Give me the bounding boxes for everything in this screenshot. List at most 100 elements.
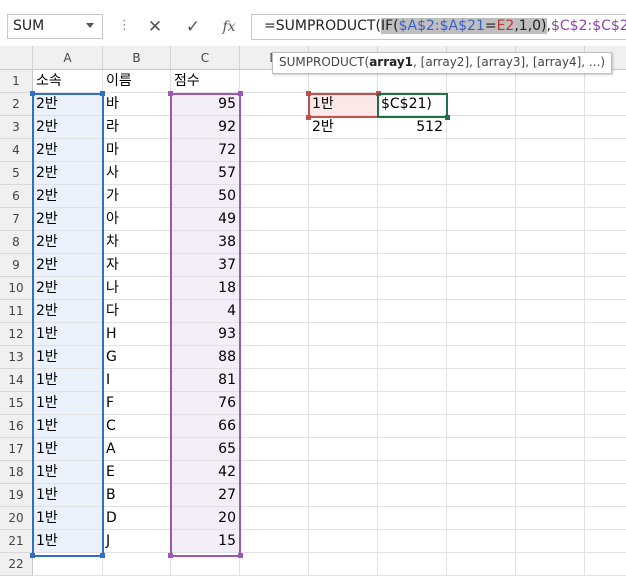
cell[interactable]: 마 xyxy=(103,139,171,162)
cell[interactable]: 27 xyxy=(171,484,240,507)
range-a-handle[interactable] xyxy=(100,91,105,96)
cell[interactable]: 88 xyxy=(171,346,240,369)
row-header[interactable]: 18 xyxy=(0,461,33,484)
cell[interactable]: 이름 xyxy=(103,70,171,93)
cell[interactable] xyxy=(585,254,626,277)
cell[interactable] xyxy=(240,162,309,185)
cell[interactable] xyxy=(585,185,626,208)
cell[interactable]: C xyxy=(103,415,171,438)
cell[interactable]: 512 xyxy=(378,116,447,139)
cell[interactable] xyxy=(378,254,447,277)
cell[interactable]: 2반 xyxy=(33,93,103,116)
cell[interactable] xyxy=(447,530,516,553)
cell[interactable] xyxy=(378,323,447,346)
cell[interactable]: 점수 xyxy=(171,70,240,93)
cell[interactable]: A xyxy=(103,438,171,461)
cell[interactable] xyxy=(378,346,447,369)
row-header[interactable]: 1 xyxy=(0,70,33,93)
cell[interactable] xyxy=(447,231,516,254)
cell[interactable]: 76 xyxy=(171,392,240,415)
cell[interactable] xyxy=(240,392,309,415)
cell[interactable] xyxy=(240,93,309,116)
cell[interactable] xyxy=(585,277,626,300)
cell[interactable]: 소속 xyxy=(33,70,103,93)
cell[interactable] xyxy=(378,484,447,507)
cell[interactable] xyxy=(516,415,585,438)
cell[interactable] xyxy=(378,277,447,300)
cell[interactable] xyxy=(585,116,626,139)
cell[interactable] xyxy=(447,438,516,461)
cell[interactable] xyxy=(516,507,585,530)
cell[interactable] xyxy=(240,231,309,254)
row-header[interactable]: 22 xyxy=(0,553,33,576)
cell[interactable]: 18 xyxy=(171,277,240,300)
cell[interactable] xyxy=(585,323,626,346)
range-e-handle[interactable] xyxy=(376,91,381,96)
cell[interactable]: $C$21) xyxy=(378,93,447,116)
cell[interactable] xyxy=(585,346,626,369)
cell[interactable] xyxy=(378,139,447,162)
cell[interactable] xyxy=(585,484,626,507)
cell[interactable] xyxy=(378,208,447,231)
fill-handle[interactable] xyxy=(445,115,450,120)
cell[interactable] xyxy=(516,323,585,346)
cell[interactable] xyxy=(309,277,378,300)
cell[interactable] xyxy=(309,553,378,576)
cell[interactable] xyxy=(585,507,626,530)
cell[interactable]: 20 xyxy=(171,507,240,530)
cell[interactable] xyxy=(103,553,171,576)
cell[interactable] xyxy=(309,484,378,507)
cell[interactable] xyxy=(585,461,626,484)
cell[interactable] xyxy=(309,438,378,461)
cell[interactable] xyxy=(447,415,516,438)
cell[interactable]: 2반 xyxy=(33,231,103,254)
cell[interactable] xyxy=(240,300,309,323)
cell[interactable] xyxy=(378,231,447,254)
cell[interactable] xyxy=(447,392,516,415)
cell[interactable]: 15 xyxy=(171,530,240,553)
row-header[interactable]: 21 xyxy=(0,530,33,553)
row-header[interactable]: 14 xyxy=(0,369,33,392)
cell[interactable] xyxy=(240,323,309,346)
cell[interactable] xyxy=(378,369,447,392)
cell[interactable] xyxy=(240,185,309,208)
cell[interactable]: 72 xyxy=(171,139,240,162)
cell[interactable] xyxy=(378,438,447,461)
row-header[interactable]: 11 xyxy=(0,300,33,323)
cell[interactable] xyxy=(240,254,309,277)
cell[interactable]: G xyxy=(103,346,171,369)
cell[interactable] xyxy=(447,162,516,185)
cell[interactable]: 1반 xyxy=(33,530,103,553)
cell[interactable]: 1반 xyxy=(33,461,103,484)
cell[interactable]: 1반 xyxy=(33,369,103,392)
cell[interactable] xyxy=(585,139,626,162)
cell[interactable]: 1반 xyxy=(33,346,103,369)
cell[interactable] xyxy=(309,231,378,254)
col-header-b[interactable]: B xyxy=(103,46,171,70)
row-header[interactable]: 12 xyxy=(0,323,33,346)
cell[interactable] xyxy=(516,392,585,415)
cell[interactable] xyxy=(378,507,447,530)
cell[interactable] xyxy=(240,369,309,392)
cell[interactable]: 1반 xyxy=(33,484,103,507)
cell[interactable]: 나 xyxy=(103,277,171,300)
cell[interactable] xyxy=(516,116,585,139)
cell[interactable] xyxy=(171,553,240,576)
cell[interactable]: F xyxy=(103,392,171,415)
cell[interactable]: 49 xyxy=(171,208,240,231)
cell[interactable] xyxy=(309,162,378,185)
cell[interactable]: 57 xyxy=(171,162,240,185)
cell[interactable]: 65 xyxy=(171,438,240,461)
cell[interactable] xyxy=(309,530,378,553)
cell[interactable]: 다 xyxy=(103,300,171,323)
cell[interactable] xyxy=(309,415,378,438)
cell[interactable] xyxy=(447,323,516,346)
cell[interactable]: 42 xyxy=(171,461,240,484)
col-header-c[interactable]: C xyxy=(171,46,240,70)
cell[interactable] xyxy=(516,461,585,484)
cell[interactable] xyxy=(585,231,626,254)
enter-button[interactable]: ✓ xyxy=(178,14,208,40)
tooltip-arg1[interactable]: array1 xyxy=(369,55,413,69)
cell[interactable]: 아 xyxy=(103,208,171,231)
cell[interactable] xyxy=(447,116,516,139)
